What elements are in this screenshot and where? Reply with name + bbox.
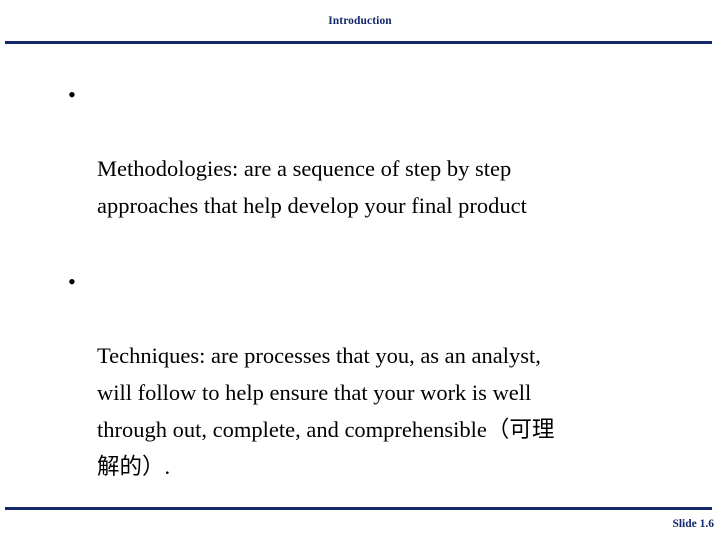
page-title: Introduction bbox=[328, 15, 392, 27]
header-divider bbox=[5, 41, 712, 44]
footer-divider bbox=[5, 507, 712, 510]
list-item: • Techniques: are processes that you, as… bbox=[0, 263, 720, 522]
slide-canvas: Introduction • Methodologies: are a sequ… bbox=[0, 0, 720, 540]
slide-header: Introduction bbox=[0, 11, 720, 29]
slide-footer: Slide 1.6 bbox=[0, 514, 714, 532]
bullet-icon: • bbox=[68, 269, 76, 294]
bullet-icon: • bbox=[68, 82, 76, 107]
list-item-text: Techniques: are processes that you, as a… bbox=[97, 343, 555, 479]
list-item-text: Methodologies: are a sequence of step by… bbox=[97, 156, 527, 218]
list-item: • Methodologies: are a sequence of step … bbox=[0, 76, 720, 261]
slide-number: Slide 1.6 bbox=[672, 518, 714, 530]
slide-body: • Methodologies: are a sequence of step … bbox=[0, 76, 720, 540]
